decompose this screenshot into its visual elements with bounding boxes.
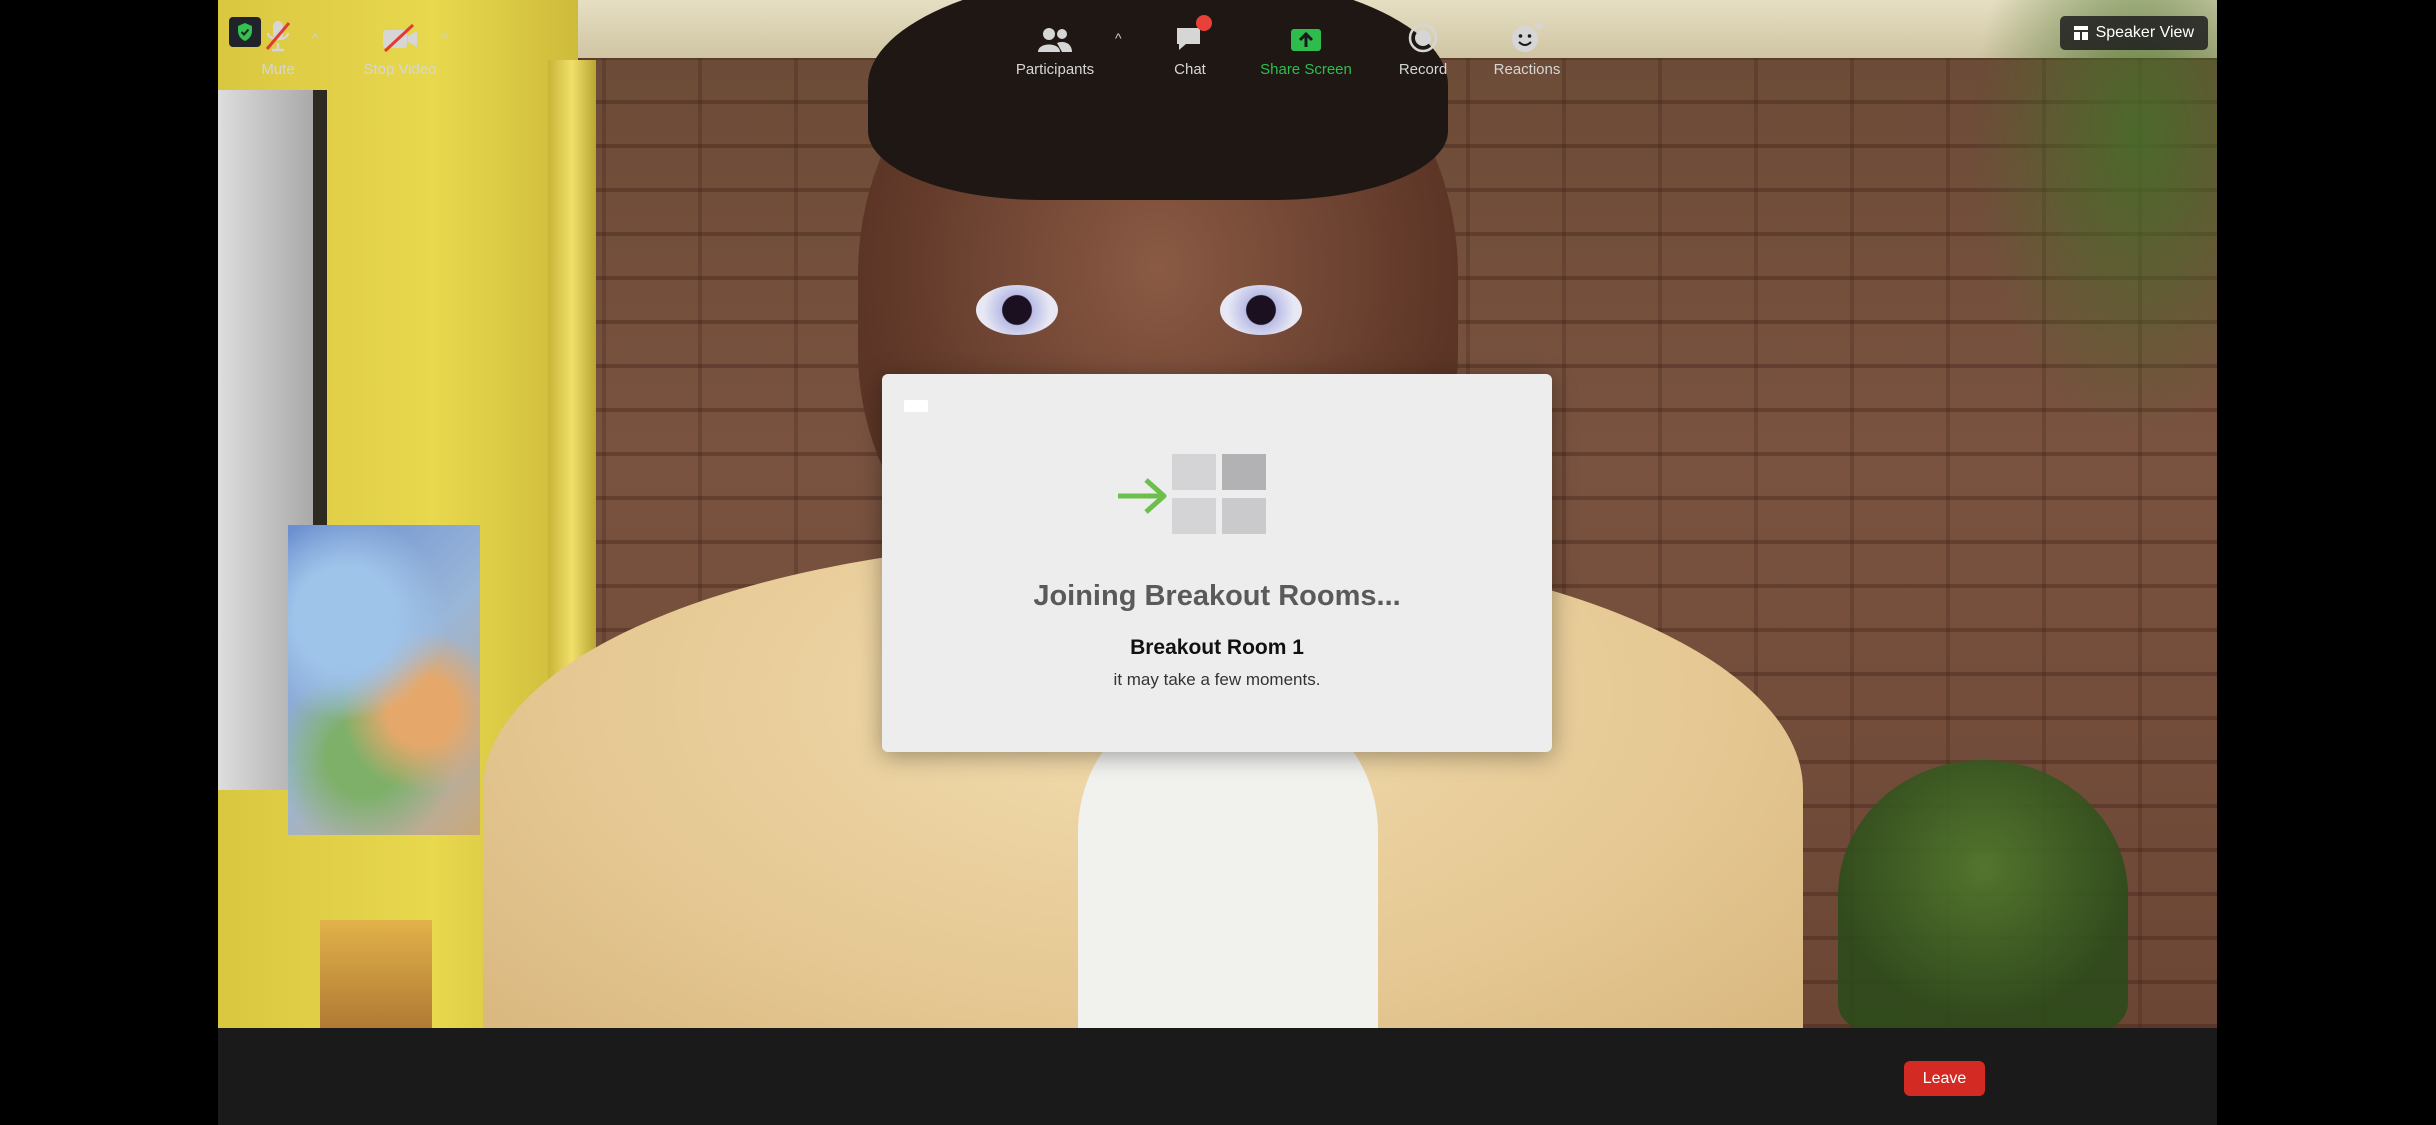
video-vines	[1958, 0, 2217, 460]
chat-unread-badge	[1196, 15, 1212, 31]
participant-hair	[868, 0, 1448, 200]
participant-eye-left	[976, 285, 1058, 335]
breakout-room-name: Breakout Room 1	[1130, 636, 1304, 659]
leave-button[interactable]: Leave	[1904, 1061, 1985, 1096]
reactions-label: Reactions	[1493, 61, 1561, 78]
video-options-caret-icon[interactable]: ^	[442, 30, 449, 46]
chat-button[interactable]: Chat	[1170, 0, 1212, 97]
participants-label: Participants	[1015, 61, 1095, 78]
grid-icon	[2073, 26, 2088, 40]
share-screen-icon	[1291, 29, 1321, 51]
record-label: Record	[1398, 61, 1448, 78]
participants-icon	[1038, 28, 1072, 52]
stop-video-button[interactable]: Stop Video	[360, 0, 440, 97]
participants-options-caret-icon[interactable]: ^	[1115, 30, 1122, 46]
breakout-joining-dialog: Joining Breakout Rooms... Breakout Room …	[882, 374, 1552, 752]
record-button[interactable]: Record	[1396, 0, 1450, 97]
dialog-subtitle: it may take a few moments.	[1113, 670, 1321, 689]
video-camera-off-icon	[383, 23, 417, 53]
breakout-rooms-icon	[1118, 454, 1266, 534]
dialog-title: Joining Breakout Rooms...	[1033, 580, 1401, 612]
video-plant	[1838, 760, 2128, 1028]
stop-video-label: Stop Video	[363, 61, 437, 78]
reactions-button[interactable]: Reactions	[1490, 0, 1564, 97]
reactions-smiley-icon	[1512, 22, 1543, 52]
dialog-window-control[interactable]	[904, 400, 928, 412]
record-icon	[1408, 23, 1438, 53]
microphone-muted-icon	[265, 21, 291, 52]
participant-eye-right	[1220, 285, 1302, 335]
speaker-view-button[interactable]: Speaker View	[2059, 16, 2208, 50]
share-screen-button[interactable]: Share Screen	[1258, 0, 1354, 97]
share-screen-label: Share Screen	[1260, 61, 1352, 78]
video-painting	[288, 525, 480, 835]
chat-label: Chat	[1174, 61, 1206, 78]
speaker-view-label: Speaker View	[2095, 24, 2194, 41]
mute-label: Mute	[261, 61, 295, 78]
mute-options-caret-icon[interactable]: ^	[312, 30, 319, 46]
video-poster	[320, 920, 432, 1028]
participants-button[interactable]: Participants	[1010, 0, 1100, 97]
mute-button[interactable]: Mute	[250, 0, 306, 97]
